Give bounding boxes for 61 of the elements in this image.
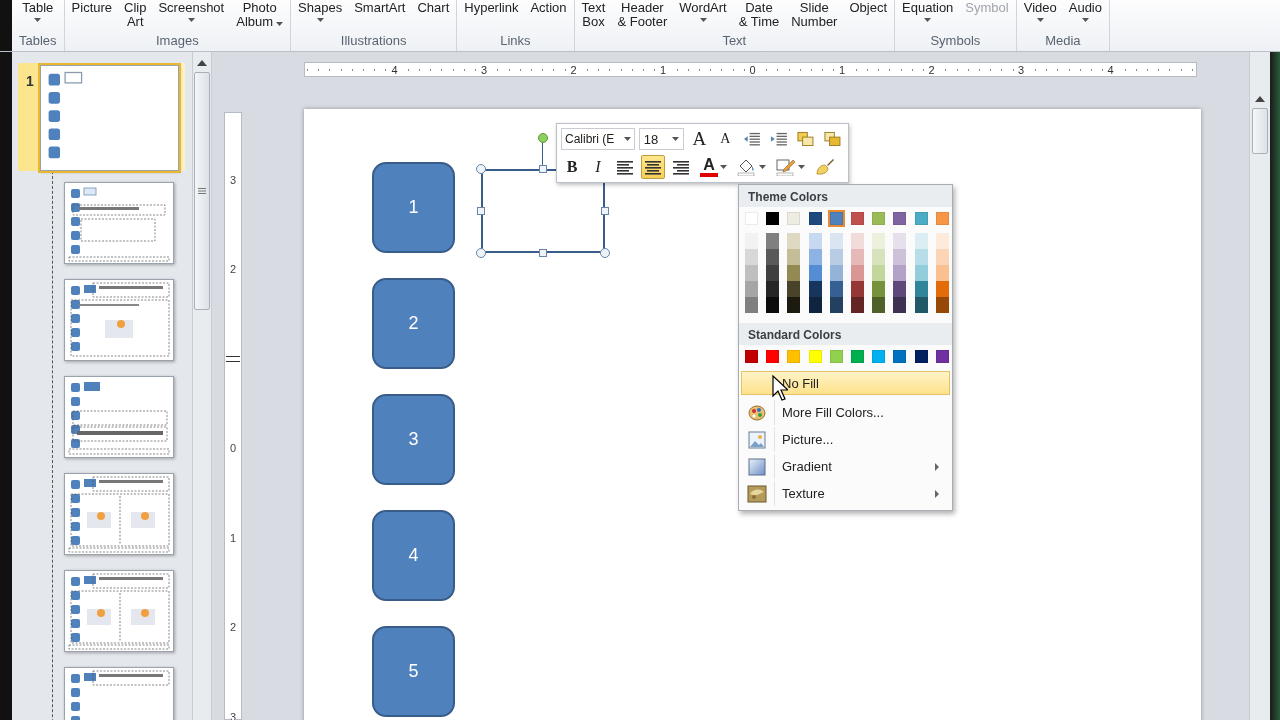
ribbon-command[interactable]: Table — [22, 1, 54, 22]
menu-heading: Standard Colors — [739, 323, 952, 345]
ribbon-command[interactable]: Photo Album — [236, 1, 284, 29]
menu-item[interactable]: Picture... — [741, 426, 950, 453]
group-label: Media — [1045, 33, 1081, 48]
italic-button[interactable]: I — [587, 155, 609, 179]
menu-item[interactable]: No Fill — [741, 371, 950, 395]
ruler-number: 2 — [926, 63, 937, 76]
rounded-shape[interactable]: 4 — [372, 510, 455, 601]
ruler-number: 3 — [1015, 63, 1027, 76]
group-label: Images — [156, 33, 199, 48]
ruler-number: 1 — [229, 531, 237, 544]
ribbon-command[interactable]: Header & Footer — [617, 1, 668, 29]
ribbon-command[interactable]: Screenshot — [158, 1, 225, 22]
ribbon-command[interactable]: Clip Art — [124, 1, 147, 29]
ruler-number: 4 — [389, 63, 400, 76]
rounded-shape[interactable]: 5 — [372, 626, 455, 717]
ribbon-command[interactable]: WordArt — [679, 1, 727, 22]
ruler-number: 3 — [478, 63, 490, 76]
ribbon-command[interactable]: Text Box — [581, 1, 606, 29]
font-size-field[interactable]: 18 — [638, 128, 685, 150]
ribbon-command[interactable]: Audio — [1068, 1, 1102, 22]
bold-button[interactable]: B — [561, 155, 583, 179]
ruler-number: 1 — [657, 63, 669, 76]
menu-heading: Theme Colors — [739, 185, 952, 207]
ruler-number: 2 — [229, 621, 237, 634]
group-label: Symbols — [930, 33, 981, 48]
ribbon-command[interactable]: SmartArt — [354, 1, 406, 15]
rounded-shape[interactable]: 2 — [372, 278, 455, 369]
rounded-shape[interactable]: 3 — [372, 394, 455, 485]
font-color-button[interactable]: A — [697, 155, 730, 179]
ribbon-command[interactable]: Date & Time — [738, 1, 780, 29]
ruler-number: 2 — [568, 63, 579, 76]
menu-item[interactable]: Gradient — [741, 453, 950, 480]
ruler-number: 3 — [229, 173, 237, 186]
ribbon-command[interactable]: Picture — [71, 1, 113, 15]
group-label: Text — [722, 33, 747, 48]
ribbon-command[interactable]: Video — [1023, 1, 1057, 22]
rounded-shape[interactable]: 1 — [372, 162, 455, 253]
ruler-number: 4 — [1105, 63, 1116, 76]
group-label: Tables — [19, 33, 57, 48]
slide-number: 1 — [26, 73, 34, 89]
ruler-number: 0 — [747, 63, 758, 76]
ribbon-command[interactable]: Equation — [902, 1, 954, 22]
menu-item[interactable]: Texture — [741, 480, 950, 507]
ribbon-command[interactable]: Object — [849, 1, 888, 15]
ruler-number: 1 — [836, 63, 848, 76]
shrink-font-button[interactable]: A — [714, 127, 737, 151]
ribbon-command[interactable]: Chart — [417, 1, 450, 15]
menu-item[interactable]: More Fill Colors... — [741, 399, 950, 426]
ribbon-command[interactable]: Hyperlink — [464, 1, 519, 15]
ruler-number: 0 — [229, 442, 237, 455]
ruler-number: 2 — [229, 263, 237, 276]
ribbon-command[interactable]: Slide Number — [791, 1, 838, 29]
ribbon-command[interactable]: Action — [530, 1, 567, 15]
font-name-field[interactable]: Calibri (E — [561, 128, 635, 150]
group-label: Links — [500, 33, 531, 48]
group-label: Illustrations — [340, 33, 407, 48]
ribbon-command[interactable]: Shapes — [298, 1, 343, 22]
grow-font-button[interactable]: A — [688, 127, 711, 151]
ruler-number: 3 — [229, 710, 237, 720]
